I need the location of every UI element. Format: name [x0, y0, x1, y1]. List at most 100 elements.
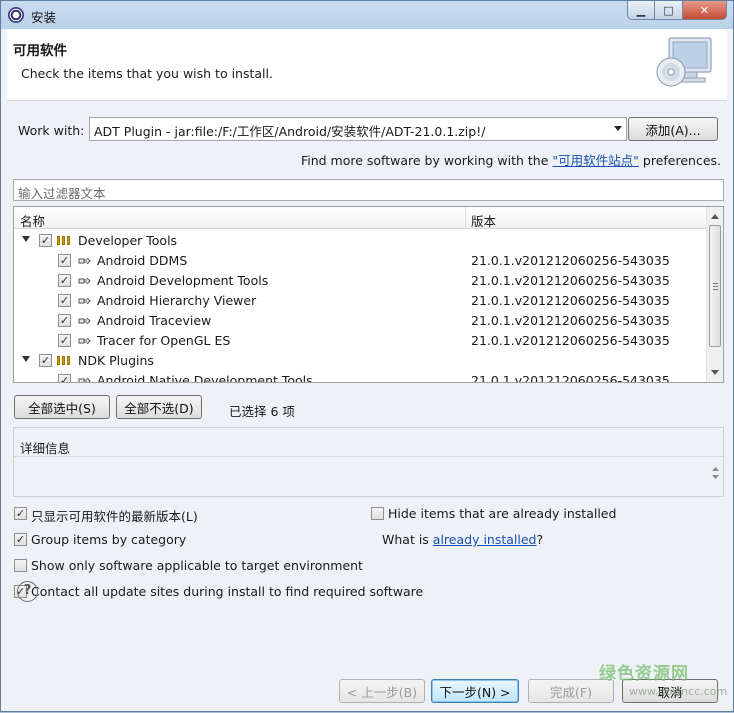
- item-version: 21.0.1.v201212060256-543035: [471, 373, 670, 383]
- target-env-label: Show only software applicable to target …: [31, 558, 363, 573]
- selection-status: 已选择 6 项: [229, 404, 295, 419]
- close-button[interactable]: ✕: [683, 1, 727, 20]
- latest-only-checkbox[interactable]: ✓: [14, 507, 27, 520]
- tree-item-row[interactable]: ✓ Android Traceview 21.0.1.v201212060256…: [14, 311, 706, 331]
- item-label: Android Development Tools: [97, 273, 269, 288]
- what-is-suffix: ?: [536, 532, 544, 547]
- grip-icon: [713, 283, 718, 290]
- group-checkbox[interactable]: ✓: [39, 354, 52, 367]
- plugin-icon: [78, 377, 91, 382]
- deselect-all-button[interactable]: 全部不选(D): [116, 395, 202, 419]
- tree-header: 名称 版本: [14, 207, 706, 229]
- group-by-category-checkbox[interactable]: ✓: [14, 533, 27, 546]
- minimize-icon: ▁: [636, 3, 646, 17]
- group-by-category-label: Group items by category: [31, 532, 187, 547]
- watermark-url: www.downcc.com: [629, 685, 728, 698]
- item-version: 21.0.1.v201212060256-543035: [471, 313, 670, 328]
- expand-toggle-icon[interactable]: [22, 236, 30, 242]
- find-more-suffix: preferences.: [642, 153, 721, 168]
- expand-toggle-icon[interactable]: [22, 356, 30, 362]
- install-cd-icon: [656, 37, 712, 87]
- group-label: NDK Plugins: [78, 353, 154, 368]
- column-name-header[interactable]: 名称: [20, 211, 45, 230]
- work-with-label: Work with:: [18, 123, 85, 138]
- dropdown-arrow-icon[interactable]: [614, 126, 622, 131]
- item-label: Android Traceview: [97, 313, 212, 328]
- item-checkbox[interactable]: ✓: [58, 314, 71, 327]
- what-is-installed: What is already installed?: [382, 532, 543, 547]
- page-description: Check the items that you wish to install…: [21, 66, 273, 81]
- item-version: 21.0.1.v201212060256-543035: [471, 333, 670, 348]
- page-title: 可用软件: [13, 43, 67, 59]
- item-label: Android Native Development Tools: [97, 373, 313, 383]
- details-divider: [14, 456, 723, 457]
- maximize-icon: □: [663, 3, 674, 17]
- item-checkbox[interactable]: ✓: [58, 374, 71, 382]
- install-dialog: 安装 ▁ □ ✕ 可用软件 Check the items that you w…: [0, 0, 734, 712]
- details-scroll-icon[interactable]: [711, 464, 720, 482]
- item-label: Android DDMS: [97, 253, 188, 268]
- tree-item-row[interactable]: ✓ Android Native Development Tools 21.0.…: [14, 371, 706, 383]
- tree-group-row[interactable]: ✓ Developer Tools: [14, 231, 706, 251]
- what-is-prefix: What is: [382, 532, 429, 547]
- item-checkbox[interactable]: ✓: [58, 274, 71, 287]
- watermark-logo: 绿色资源网: [599, 664, 689, 684]
- find-more-text: Find more software by working with the "…: [301, 150, 721, 169]
- dialog-header: 可用软件 Check the items that you wish to in…: [7, 29, 727, 101]
- plugin-icon: [78, 317, 91, 325]
- target-env-checkbox[interactable]: [14, 559, 27, 572]
- close-icon: ✕: [699, 3, 710, 17]
- find-more-prefix: Find more software by working with the: [300, 153, 549, 168]
- tree-item-row[interactable]: ✓ Android DDMS 21.0.1.v201212060256-5430…: [14, 251, 706, 271]
- item-label: Android Hierarchy Viewer: [97, 293, 257, 308]
- group-checkbox[interactable]: ✓: [39, 234, 52, 247]
- maximize-button[interactable]: □: [655, 1, 683, 20]
- window-title: 安装: [31, 10, 57, 25]
- group-label: Developer Tools: [78, 233, 178, 248]
- contact-sites-label: Contact all update sites during install …: [31, 584, 424, 599]
- hide-installed-checkbox[interactable]: [371, 507, 384, 520]
- item-label: Tracer for OpenGL ES: [97, 333, 231, 348]
- tree-item-row[interactable]: ✓ Android Hierarchy Viewer 21.0.1.v20121…: [14, 291, 706, 311]
- add-site-button[interactable]: 添加(A)...: [628, 117, 718, 141]
- tree-group-row[interactable]: ✓ NDK Plugins: [14, 351, 706, 371]
- item-version: 21.0.1.v201212060256-543035: [471, 253, 670, 268]
- work-with-value: ADT Plugin - jar:file:/F:/工作区/Android/安装…: [94, 124, 486, 139]
- window-controls: ▁ □ ✕: [627, 1, 727, 21]
- category-icon: [57, 356, 73, 365]
- details-title: 详细信息: [20, 441, 71, 456]
- tree-scrollbar[interactable]: [706, 207, 723, 382]
- dialog-content: Work with: ADT Plugin - jar:file:/F:/工作区…: [7, 101, 727, 713]
- item-checkbox[interactable]: ✓: [58, 254, 71, 267]
- already-installed-link[interactable]: already installed: [433, 532, 537, 547]
- details-panel: 详细信息: [13, 427, 724, 497]
- plugin-icon: [78, 257, 91, 265]
- column-divider[interactable]: [465, 207, 466, 229]
- plugin-icon: [78, 297, 91, 305]
- back-button[interactable]: < 上一步(B): [339, 679, 425, 703]
- item-version: 21.0.1.v201212060256-543035: [471, 293, 670, 308]
- software-tree: 名称 版本 ✓ Developer Tools ✓ Android DDMS 2…: [13, 206, 724, 383]
- work-with-combo[interactable]: ADT Plugin - jar:file:/F:/工作区/Android/安装…: [89, 117, 627, 141]
- hide-installed-label: Hide items that are already installed: [388, 506, 617, 521]
- scroll-up-icon[interactable]: [711, 214, 719, 219]
- available-sites-link[interactable]: "可用软件站点": [552, 153, 639, 168]
- next-button[interactable]: 下一步(N) >: [431, 679, 519, 703]
- select-all-button[interactable]: 全部选中(S): [14, 395, 110, 419]
- scroll-thumb[interactable]: [709, 225, 721, 347]
- plugin-icon: [78, 337, 91, 345]
- item-checkbox[interactable]: ✓: [58, 334, 71, 347]
- item-checkbox[interactable]: ✓: [58, 294, 71, 307]
- tree-item-row[interactable]: ✓ Tracer for OpenGL ES 21.0.1.v201212060…: [14, 331, 706, 351]
- plugin-icon: [78, 277, 91, 285]
- help-icon[interactable]: ?: [17, 581, 38, 602]
- eclipse-icon: [8, 7, 24, 23]
- item-version: 21.0.1.v201212060256-543035: [471, 273, 670, 288]
- latest-only-label: 只显示可用软件的最新版本(L): [31, 509, 198, 524]
- tree-item-row[interactable]: ✓ Android Development Tools 21.0.1.v2012…: [14, 271, 706, 291]
- title-bar[interactable]: 安装 ▁ □ ✕: [1, 1, 733, 29]
- filter-input[interactable]: 输入过滤器文本: [13, 179, 724, 201]
- scroll-down-icon[interactable]: [711, 370, 719, 375]
- column-version-header[interactable]: 版本: [471, 211, 496, 230]
- minimize-button[interactable]: ▁: [627, 1, 655, 20]
